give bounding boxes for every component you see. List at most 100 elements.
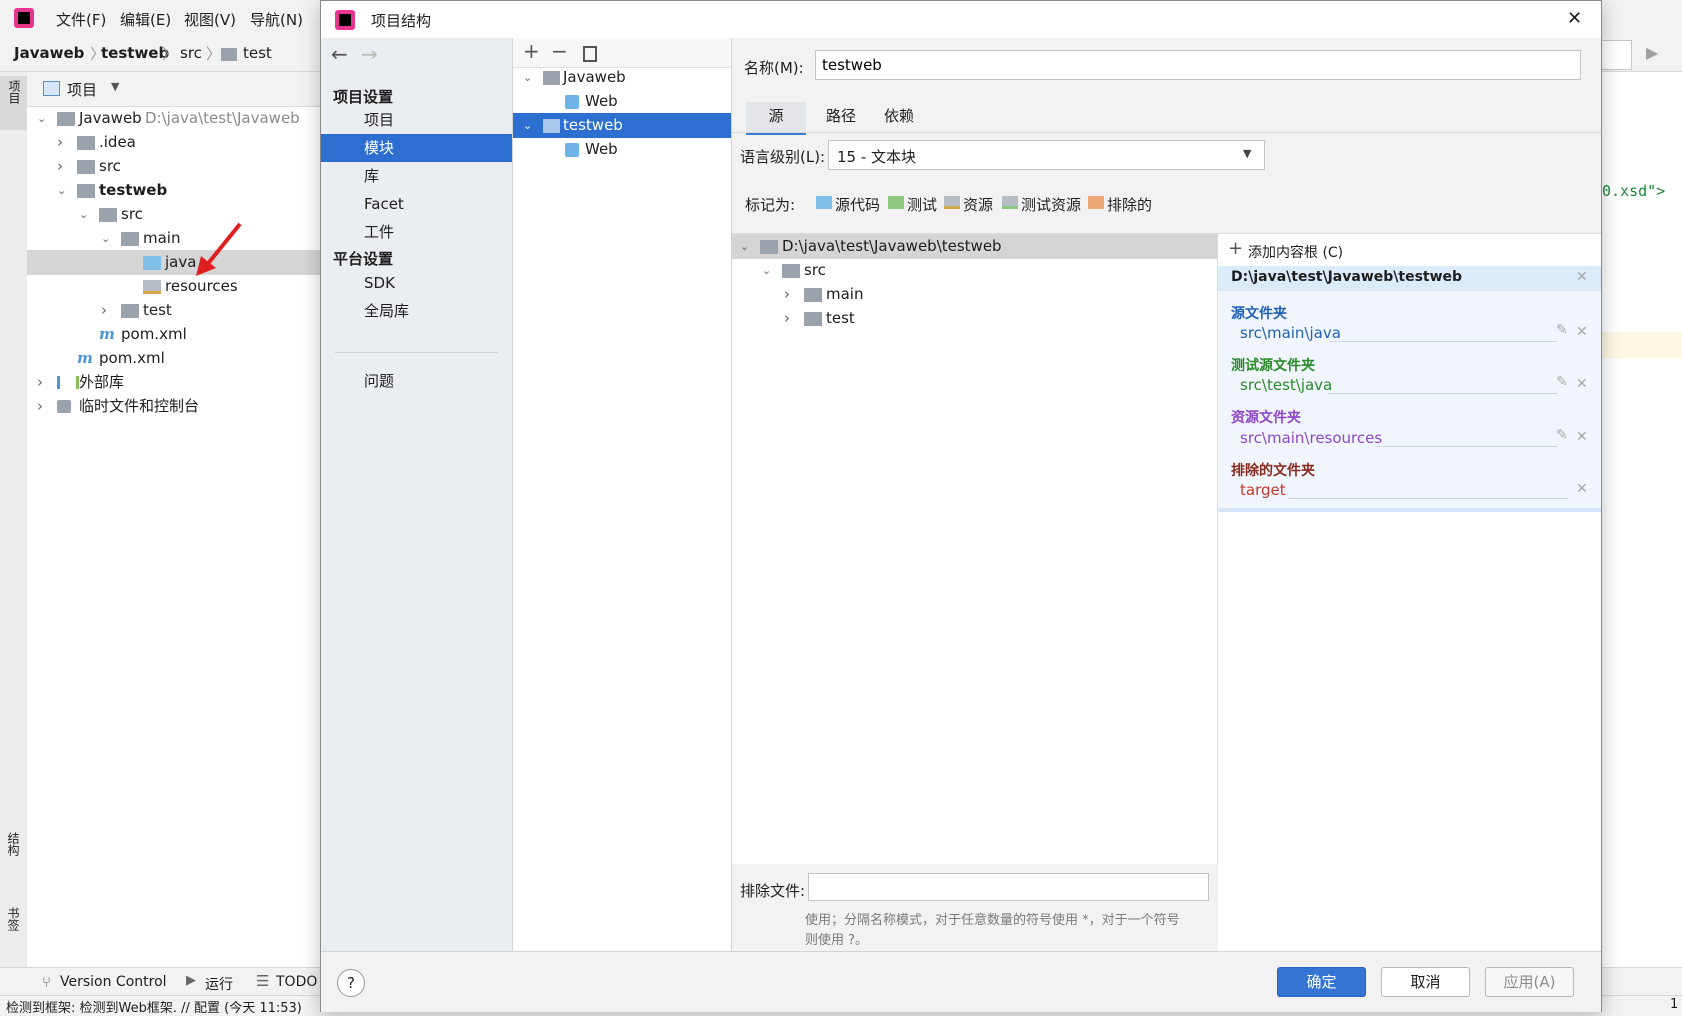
tab-run[interactable]: 运行	[205, 974, 233, 994]
forward-arrow-icon[interactable]: →	[361, 42, 378, 66]
chevron-right-icon[interactable]: ›	[37, 370, 43, 395]
tree-node-external-libs[interactable]: › 外部库	[27, 370, 320, 395]
chevron-right-icon[interactable]: ›	[101, 298, 107, 323]
chevron-down-icon[interactable]: ⌄	[523, 65, 532, 90]
module-folder-icon	[543, 71, 560, 85]
breadcrumb-item[interactable]: src	[180, 44, 202, 62]
tree-node-resources[interactable]: resources	[27, 274, 320, 299]
ok-button[interactable]: 确定	[1277, 967, 1366, 997]
tree-node-scratches[interactable]: › 临时文件和控制台	[27, 394, 320, 419]
module-folder-icon	[543, 119, 560, 133]
run-icon[interactable]: ▶	[1646, 43, 1658, 62]
remove-icon[interactable]: −	[551, 39, 568, 63]
nav-item-project[interactable]: 项目	[321, 106, 512, 134]
breadcrumb-item[interactable]: Javaweb	[14, 44, 84, 62]
tab-sources[interactable]: 源	[746, 102, 806, 135]
nav-item-facets[interactable]: Facet	[321, 190, 512, 218]
edit-icon[interactable]: ✎	[1556, 322, 1568, 338]
tree-node-testweb[interactable]: ⌄ testweb	[27, 178, 320, 203]
tree-node-main[interactable]: ⌄ main	[27, 226, 320, 251]
tab-dependencies[interactable]: 依赖	[870, 102, 928, 132]
breadcrumb-item[interactable]: testweb	[101, 44, 169, 62]
add-icon[interactable]: +	[1228, 238, 1243, 259]
category-path[interactable]: src\main\resources	[1240, 429, 1382, 447]
add-content-root-link[interactable]: 添加内容根 (C)	[1248, 242, 1343, 262]
module-row-web[interactable]: Web	[513, 89, 731, 114]
chevron-right-icon[interactable]: ›	[57, 130, 63, 155]
nav-item-problems[interactable]: 问题	[321, 367, 512, 395]
folder-icon	[77, 160, 95, 174]
tab-paths[interactable]: 路径	[812, 102, 870, 132]
tree-node-src[interactable]: › src	[27, 154, 320, 179]
chevron-down-icon[interactable]: ⌄	[79, 202, 88, 227]
chevron-down-icon[interactable]: ⌄	[37, 106, 47, 125]
help-button[interactable]: ?	[337, 969, 365, 997]
source-tree-src[interactable]: ⌄ src	[732, 258, 1217, 283]
project-view-title[interactable]: 项目	[67, 79, 97, 100]
chevron-right-icon[interactable]: ›	[57, 154, 63, 179]
nav-item-global-libraries[interactable]: 全局库	[321, 297, 512, 325]
category-path[interactable]: target	[1240, 481, 1286, 499]
tree-node-idea[interactable]: › .idea	[27, 130, 320, 155]
tab-label: 依赖	[883, 107, 914, 125]
tree-node-javaweb[interactable]: ⌄ Javaweb D:\java\test\Javaweb	[27, 106, 320, 131]
module-row-javaweb[interactable]: ⌄ Javaweb	[513, 65, 731, 90]
nav-item-sdk[interactable]: SDK	[321, 269, 512, 297]
tree-node-src[interactable]: ⌄ src	[27, 202, 320, 227]
source-tree-root[interactable]: ⌄ D:\java\test\Javaweb\testweb	[732, 234, 1217, 259]
tree-node-pom[interactable]: m pom.xml	[27, 322, 320, 347]
remove-icon[interactable]: ✕	[1576, 376, 1588, 392]
menu-edit[interactable]: 编辑(E)	[120, 9, 171, 30]
nav-item-artifacts[interactable]: 工件	[321, 218, 512, 246]
tree-node-java[interactable]: java	[27, 250, 320, 275]
remove-icon[interactable]: ✕	[1576, 429, 1588, 445]
nav-item-libraries[interactable]: 库	[321, 162, 512, 190]
tool-window-structure[interactable]: 结构	[5, 832, 22, 856]
tab-todo[interactable]: TODO	[276, 974, 317, 990]
language-level-select[interactable]: 15 - 文本块 ▼	[828, 140, 1265, 170]
chevron-down-icon[interactable]: ⌄	[762, 258, 771, 283]
tab-version-control[interactable]: Version Control	[60, 974, 167, 990]
add-icon[interactable]: +	[523, 39, 540, 63]
editor-area[interactable]: 0.xsd">	[1600, 72, 1682, 967]
cancel-button[interactable]: 取消	[1381, 967, 1470, 997]
name-field[interactable]	[815, 50, 1581, 80]
chevron-down-icon[interactable]: ▼	[111, 80, 119, 93]
chevron-down-icon[interactable]: ⌄	[523, 113, 532, 138]
category-title: 测试源文件夹	[1231, 358, 1315, 374]
remove-icon[interactable]: ✕	[1576, 481, 1588, 497]
tool-window-project[interactable]: 项目	[0, 76, 27, 130]
apply-button[interactable]: 应用(A)	[1485, 967, 1574, 997]
edit-icon[interactable]: ✎	[1556, 374, 1568, 390]
chevron-down-icon[interactable]: ⌄	[740, 234, 749, 259]
copy-icon[interactable]	[583, 46, 597, 62]
arrow-icon	[196, 222, 242, 276]
back-arrow-icon[interactable]: ←	[331, 42, 348, 66]
close-icon[interactable]: ✕	[1567, 8, 1582, 29]
chevron-right-icon[interactable]: ›	[37, 394, 43, 419]
status-text[interactable]: 检测到框架: 检测到Web框架. // 配置 (今天 11:53)	[6, 997, 316, 1016]
menu-navigate[interactable]: 导航(N)	[250, 9, 303, 30]
chevron-right-icon[interactable]: ›	[784, 306, 790, 331]
source-tree-main[interactable]: › main	[732, 282, 1217, 307]
chevron-down-icon[interactable]: ⌄	[101, 226, 110, 251]
edit-icon[interactable]: ✎	[1556, 427, 1568, 443]
close-icon[interactable]: ✕	[1576, 269, 1588, 285]
breadcrumb-item[interactable]: test	[243, 44, 272, 62]
menu-file[interactable]: 文件(F)	[56, 9, 106, 30]
tool-window-bookmarks[interactable]: 书签	[5, 907, 22, 931]
chevron-right-icon[interactable]: ›	[784, 282, 790, 307]
tree-node-test[interactable]: › test	[27, 298, 320, 323]
category-path[interactable]: src\main\java	[1240, 324, 1341, 342]
run-config-dropdown[interactable]	[1600, 40, 1632, 70]
tree-node-pom[interactable]: m pom.xml	[27, 346, 320, 371]
menu-view[interactable]: 视图(V)	[184, 9, 236, 30]
nav-item-modules[interactable]: 模块	[321, 134, 512, 162]
module-row-testweb[interactable]: ⌄ testweb	[513, 113, 731, 138]
module-row-web[interactable]: Web	[513, 137, 731, 162]
remove-icon[interactable]: ✕	[1576, 324, 1588, 340]
category-path[interactable]: src\test\java	[1240, 376, 1332, 394]
source-tree-test[interactable]: › test	[732, 306, 1217, 331]
chevron-down-icon[interactable]: ⌄	[57, 178, 66, 203]
exclude-files-field[interactable]	[808, 873, 1209, 901]
